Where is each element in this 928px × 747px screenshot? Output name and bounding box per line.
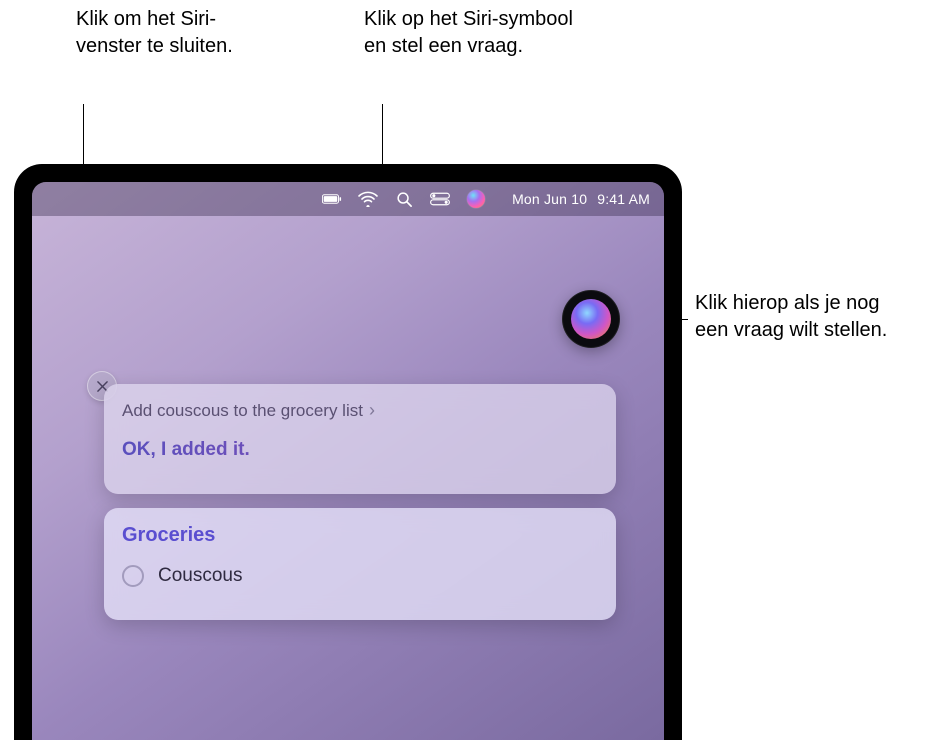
wifi-icon[interactable] — [358, 189, 378, 209]
chevron-right-icon: › — [369, 400, 375, 421]
siri-orb-icon — [571, 299, 611, 339]
annotation-menubar-siri: Klik op het Siri-symbool en stel een vra… — [364, 6, 574, 60]
annotation-close: Klik om het Siri-venster te sluiten. — [76, 6, 256, 60]
siri-ask-button[interactable] — [562, 290, 620, 348]
menubar: Mon Jun 10 9:41 AM — [32, 182, 664, 216]
spotlight-icon[interactable] — [394, 189, 414, 209]
siri-response-card: Add couscous to the grocery list › OK, I… — [104, 384, 616, 494]
siri-response-text: OK, I added it. — [122, 439, 598, 461]
annotation-siri-orb: Klik hierop als je nog een vraag wilt st… — [695, 290, 915, 344]
battery-icon[interactable] — [322, 189, 342, 209]
menubar-date: Mon Jun 10 — [512, 191, 587, 207]
reminders-list-title: Groceries — [122, 524, 598, 547]
menubar-time: 9:41 AM — [597, 191, 650, 207]
siri-menubar-icon[interactable] — [466, 189, 486, 209]
device-frame: Mon Jun 10 9:41 AM Add couscous to the gr… — [14, 164, 682, 740]
control-center-icon[interactable] — [430, 189, 450, 209]
siri-query-row[interactable]: Add couscous to the grocery list › — [122, 400, 598, 421]
reminder-item-label: Couscous — [158, 565, 243, 587]
reminders-card: Groceries Couscous — [104, 508, 616, 620]
reminder-checkbox[interactable] — [122, 565, 144, 587]
menubar-datetime[interactable]: Mon Jun 10 9:41 AM — [502, 191, 650, 207]
desktop-wallpaper: Mon Jun 10 9:41 AM Add couscous to the gr… — [32, 182, 664, 740]
reminders-list-item[interactable]: Couscous — [122, 559, 598, 587]
siri-query-text: Add couscous to the grocery list — [122, 401, 363, 421]
